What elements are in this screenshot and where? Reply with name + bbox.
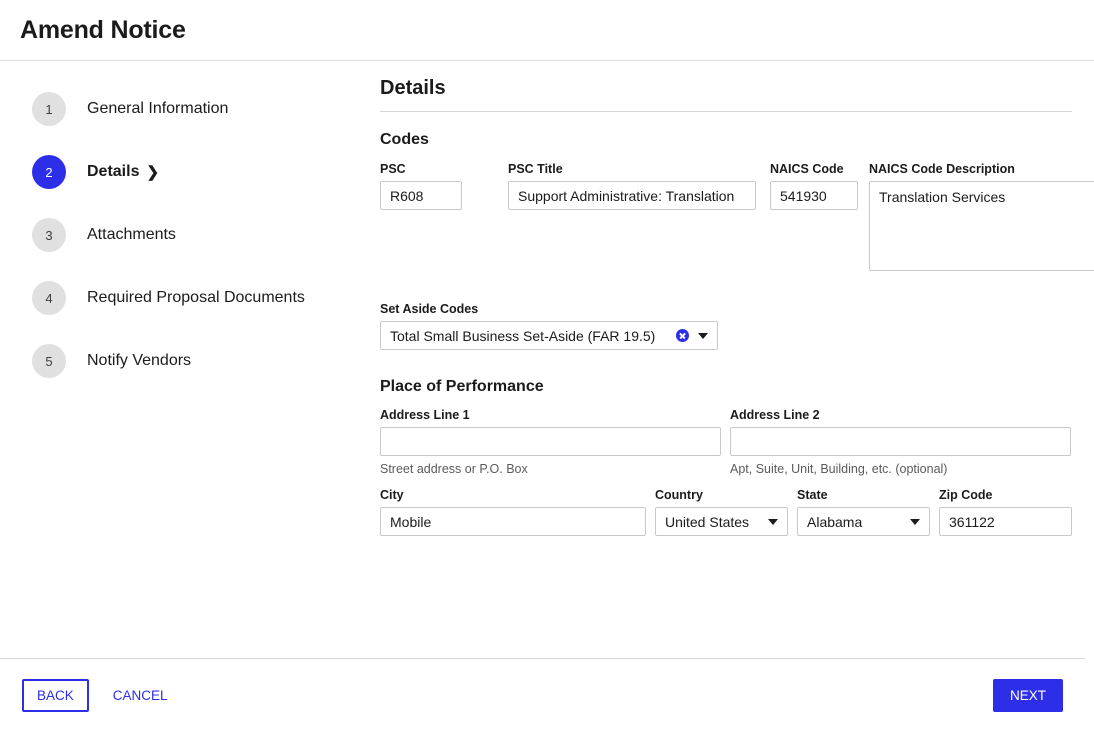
psc-title-field: PSC Title — [508, 162, 756, 276]
sidebar-item-label: Attachments — [87, 226, 176, 243]
set-aside-value: Total Small Business Set-Aside (FAR 19.5… — [390, 327, 656, 344]
set-aside-select[interactable]: Total Small Business Set-Aside (FAR 19.5… — [380, 321, 718, 350]
city-field: City — [380, 488, 646, 536]
set-aside-field: Set Aside Codes Total Small Business Set… — [380, 302, 1094, 350]
sidebar-item-notify-vendors[interactable]: 5 Notify Vendors — [0, 341, 380, 381]
naics-description-label: NAICS Code Description — [869, 162, 1015, 176]
country-field: Country United States — [655, 488, 788, 536]
country-select[interactable]: United States — [655, 507, 788, 536]
address-line-1-label: Address Line 1 — [380, 408, 470, 422]
codes-subsection-title: Codes — [380, 131, 429, 148]
next-button[interactable]: NEXT — [992, 679, 1063, 712]
location-row: City Country United States State Alabama — [380, 488, 1094, 536]
zip-code-label: Zip Code — [939, 488, 993, 502]
amend-notice-page: Amend Notice 1 General Information 2 Det… — [0, 0, 1094, 732]
step-number-badge: 4 — [32, 281, 66, 315]
naics-description-textarea[interactable]: Translation Services — [869, 181, 1094, 271]
sidebar-item-label: General Information — [87, 100, 229, 117]
address-line-2-label: Address Line 2 — [730, 408, 820, 422]
place-of-performance-title: Place of Performance — [380, 378, 544, 395]
zip-code-input[interactable] — [939, 507, 1072, 536]
step-number-badge: 2 — [32, 155, 66, 189]
zip-code-field: Zip Code — [939, 488, 1072, 536]
sidebar-item-label: Notify Vendors — [87, 352, 192, 369]
page-header: Amend Notice — [0, 0, 1094, 61]
naics-code-label: NAICS Code — [770, 162, 844, 176]
set-aside-label: Set Aside Codes — [380, 302, 479, 316]
section-title: Details — [380, 77, 446, 99]
psc-title-input[interactable] — [508, 181, 756, 210]
naics-description-wrap: Translation Services — [869, 181, 1094, 276]
chevron-down-icon — [698, 332, 708, 339]
naics-description-field: NAICS Code Description Translation Servi… — [869, 162, 1094, 276]
naics-code-field: NAICS Code — [770, 162, 858, 276]
naics-code-input[interactable] — [770, 181, 858, 210]
step-number-badge: 3 — [32, 218, 66, 252]
state-field: State Alabama — [797, 488, 930, 536]
sidebar-item-label: Required Proposal Documents — [87, 289, 305, 306]
chevron-down-icon — [910, 518, 920, 525]
psc-title-label: PSC Title — [508, 162, 563, 176]
country-label: Country — [655, 488, 703, 502]
city-label: City — [380, 488, 404, 502]
chevron-down-icon — [768, 518, 778, 525]
sidebar-item-attachments[interactable]: 3 Attachments — [0, 215, 380, 255]
address-line-1-helper: Street address or P.O. Box — [380, 462, 528, 476]
step-number-badge: 5 — [32, 344, 66, 378]
address-line-2-input[interactable] — [730, 427, 1071, 456]
step-sidebar: 1 General Information 2 Details ❯ 3 Atta… — [0, 61, 380, 657]
state-select[interactable]: Alabama — [797, 507, 930, 536]
psc-label: PSC — [380, 162, 406, 176]
country-value: United States — [665, 513, 750, 530]
page-footer: BACK CANCEL NEXT — [0, 658, 1085, 732]
sidebar-item-details[interactable]: 2 Details ❯ — [0, 152, 380, 192]
codes-row: PSC PSC Title NAICS Code NAICS Code Desc… — [380, 162, 1094, 276]
step-number-badge: 1 — [32, 92, 66, 126]
details-panel: Details Codes PSC PSC Title NAICS Code — [380, 61, 1094, 657]
state-value: Alabama — [807, 513, 863, 530]
address-row: Address Line 1 Street address or P.O. Bo… — [380, 408, 1094, 476]
page-title: Amend Notice — [20, 15, 186, 44]
address-line-1-field: Address Line 1 Street address or P.O. Bo… — [380, 408, 721, 476]
address-line-2-helper: Apt, Suite, Unit, Building, etc. (option… — [730, 462, 948, 476]
page-body: 1 General Information 2 Details ❯ 3 Atta… — [0, 61, 1094, 657]
clear-icon[interactable] — [676, 329, 689, 342]
psc-input[interactable] — [380, 181, 462, 210]
psc-field: PSC — [380, 162, 462, 276]
chevron-right-icon: ❯ — [146, 163, 160, 181]
sidebar-item-required-proposal-documents[interactable]: 4 Required Proposal Documents — [0, 278, 380, 318]
sidebar-item-general-information[interactable]: 1 General Information — [0, 89, 380, 129]
city-input[interactable] — [380, 507, 646, 536]
cancel-button[interactable]: CANCEL — [107, 681, 174, 710]
back-button[interactable]: BACK — [22, 679, 89, 712]
state-label: State — [797, 488, 828, 502]
address-line-2-field: Address Line 2 Apt, Suite, Unit, Buildin… — [730, 408, 1071, 476]
address-line-1-input[interactable] — [380, 427, 721, 456]
sidebar-item-label: Details — [87, 163, 140, 180]
section-divider — [380, 111, 1072, 112]
